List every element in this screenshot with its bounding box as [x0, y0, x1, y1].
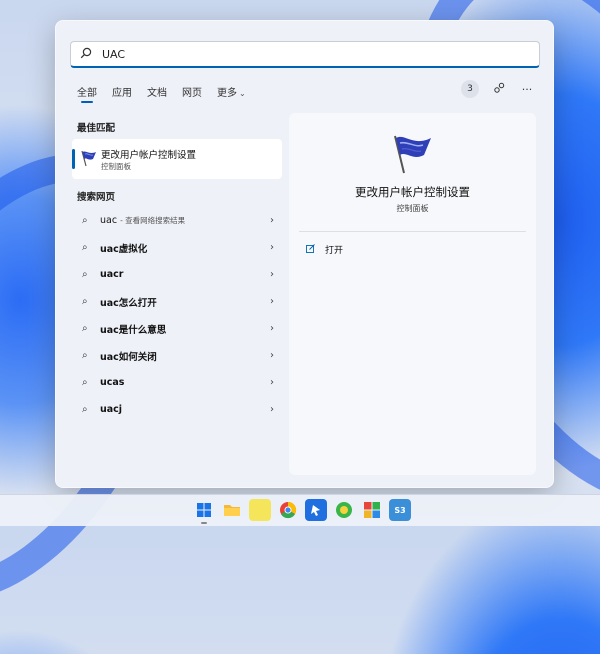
taskbar: S3: [0, 494, 600, 526]
s3-app-icon[interactable]: S3: [389, 499, 411, 521]
web-result-item[interactable]: ⌕ uacj ›: [72, 396, 282, 423]
search-icon: ⌕: [82, 215, 88, 226]
uac-flag-icon: [391, 133, 435, 179]
uac-flag-icon: [80, 149, 98, 171]
notes-icon[interactable]: [249, 499, 271, 521]
preview-pane: 更改用户帐户控制设置 控制面板 打开: [289, 113, 536, 475]
chevron-down-icon: ⌄: [239, 89, 246, 98]
web-results-list: ⌕ uac - 查看网络搜索结果 › ⌕ uac虚拟化 › ⌕ uacr › ⌕…: [72, 207, 282, 423]
web-result-label: uac如何关闭: [100, 351, 157, 363]
best-match-item[interactable]: 更改用户帐户控制设置 控制面板: [72, 139, 282, 179]
web-result-label: uac: [100, 215, 118, 226]
web-result-hint: - 查看网络搜索结果: [120, 216, 186, 225]
web-result-label: uac怎么打开: [100, 297, 157, 309]
tab-more[interactable]: 更多 ⌄: [217, 84, 246, 99]
chevron-right-icon: ›: [270, 269, 274, 280]
open-external-icon: [306, 243, 315, 256]
search-tabs: 全部 应用 文档 网页 更多 ⌄: [77, 84, 261, 103]
browser-icon[interactable]: [277, 499, 299, 521]
file-explorer-icon[interactable]: [221, 499, 243, 521]
taskbar-icons: S3: [193, 499, 411, 524]
chevron-right-icon: ›: [270, 296, 274, 307]
open-label: 打开: [325, 246, 344, 256]
search-panel: 全部 应用 文档 网页 更多⌄ 3 ··· 最佳匹配 更改用户帐户控制设置 控制…: [55, 20, 554, 488]
chevron-right-icon: ›: [270, 350, 274, 361]
web-result-label: uac虚拟化: [100, 243, 148, 255]
best-match-heading: 最佳匹配: [77, 123, 116, 134]
search-input[interactable]: [100, 46, 524, 62]
open-action[interactable]: 打开: [306, 243, 343, 256]
search-icon: ⌕: [82, 269, 88, 280]
web-result-label: uacj: [100, 404, 123, 415]
start-icon[interactable]: [193, 499, 215, 524]
web-result-item[interactable]: ⌕ uac怎么打开 ›: [72, 288, 282, 315]
web-result-item[interactable]: ⌕ uac是什么意思 ›: [72, 315, 282, 342]
search-box[interactable]: [70, 41, 540, 68]
search-icon: ⌕: [82, 377, 88, 388]
green-app-icon[interactable]: [333, 499, 355, 521]
tab-apps[interactable]: 应用: [112, 84, 132, 99]
preview-subtitle: 控制面板: [396, 204, 429, 213]
search-icon: [80, 47, 94, 61]
web-result-item[interactable]: ⌕ uac虚拟化 ›: [72, 234, 282, 261]
app-icon[interactable]: [305, 499, 327, 521]
chevron-right-icon: ›: [270, 377, 274, 388]
web-result-item[interactable]: ⌕ uacr ›: [72, 261, 282, 288]
best-match-title: 更改用户帐户控制设置: [101, 150, 197, 161]
search-icon: ⌕: [82, 350, 88, 361]
tab-web[interactable]: 网页: [182, 84, 202, 99]
chevron-right-icon: ›: [270, 323, 274, 334]
tab-more-label: 更多: [217, 88, 237, 99]
puzzle-app-icon[interactable]: [361, 499, 383, 521]
divider: [299, 231, 526, 232]
share-icon[interactable]: [491, 82, 507, 97]
chevron-right-icon: ›: [270, 404, 274, 415]
preview-title: 更改用户帐户控制设置: [355, 185, 470, 199]
web-result-label: uac是什么意思: [100, 324, 167, 336]
search-icon: ⌕: [82, 296, 88, 307]
chevron-right-icon: ›: [270, 215, 274, 226]
selection-accent: [72, 149, 75, 169]
best-match-subtitle: 控制面板: [101, 162, 131, 171]
web-result-item[interactable]: ⌕ uac - 查看网络搜索结果 ›: [72, 207, 282, 234]
tab-all[interactable]: 全部: [77, 84, 97, 103]
search-web-heading: 搜索网页: [77, 192, 116, 203]
web-result-item[interactable]: ⌕ uac如何关闭 ›: [72, 342, 282, 369]
tab-documents[interactable]: 文档: [147, 84, 167, 99]
more-options-icon[interactable]: ···: [519, 83, 535, 96]
web-result-label: uacr: [100, 269, 124, 280]
rewards-count-badge[interactable]: 3: [461, 80, 479, 98]
search-icon: ⌕: [82, 323, 88, 334]
search-icon: ⌕: [82, 242, 88, 253]
web-result-label: ucas: [100, 377, 125, 388]
search-icon: ⌕: [82, 404, 88, 415]
chevron-right-icon: ›: [270, 242, 274, 253]
web-result-item[interactable]: ⌕ ucas ›: [72, 369, 282, 396]
top-right-controls: 3 ···: [461, 80, 535, 98]
